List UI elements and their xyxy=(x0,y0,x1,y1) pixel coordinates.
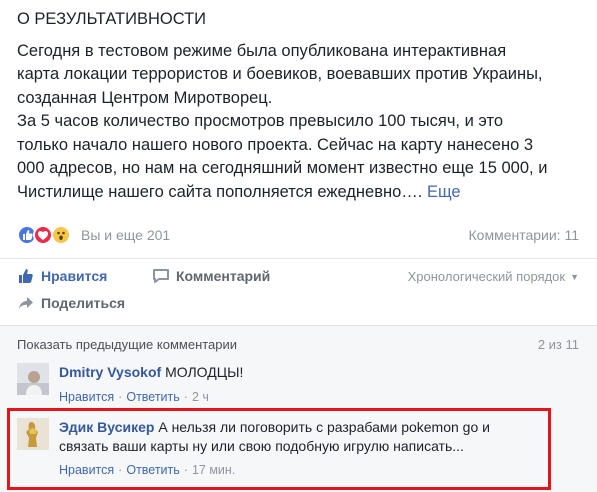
reactions-bar: Вы и еще 201 Комментарии: 11 xyxy=(17,223,579,247)
post-text-line: За 5 часов количество просмотров превыси… xyxy=(17,112,504,130)
actions-bar: Нравится Комментарий Поделиться Хронолог… xyxy=(0,258,597,318)
reactions-summary[interactable]: Вы и еще 201 xyxy=(81,227,170,243)
show-previous-comments-link[interactable]: Показать предыдущие комментарии xyxy=(17,337,237,352)
comment-like-link[interactable]: Нравится xyxy=(59,390,114,404)
comments-count[interactable]: Комментарии: 11 xyxy=(469,227,580,243)
comment-time[interactable]: 2 ч xyxy=(192,390,209,404)
comment-button[interactable]: Комментарий xyxy=(152,267,270,285)
comments-counter: 2 из 11 xyxy=(537,337,579,352)
post-text-last-line: Чистилище нашего сайта пополняется ежедн… xyxy=(17,181,587,205)
share-icon xyxy=(17,294,35,312)
like-button-label: Нравится xyxy=(41,268,108,284)
thumbs-up-icon xyxy=(17,267,35,285)
post-body: О РЕЗУЛЬТАТИВНОСТИ Сегодня в тестовом ре… xyxy=(17,8,587,204)
previous-comments-row: Показать предыдущие комментарии 2 из 11 xyxy=(17,337,579,352)
wow-icon xyxy=(51,225,71,245)
chevron-down-icon: ▼ xyxy=(570,271,579,282)
separator: · xyxy=(118,390,123,404)
post-text-line: созданная Центром Миротворец. xyxy=(17,88,273,107)
highlight-box xyxy=(7,408,551,490)
post-text-line: Сегодня в тестовом режиме была опубликов… xyxy=(17,41,507,60)
comment-author[interactable]: Dmitry Vysokof xyxy=(59,364,161,380)
post-text-line: только начало нашего нового проекта. Сей… xyxy=(17,135,534,154)
reaction-icons[interactable] xyxy=(17,225,79,245)
avatar[interactable] xyxy=(17,363,49,395)
comment-body: Dmitry Vysokof МОЛОДЦЫ! xyxy=(59,363,569,382)
post-heading: О РЕЗУЛЬТАТИВНОСТИ xyxy=(17,10,207,28)
share-button-label: Поделиться xyxy=(41,295,126,311)
comment-meta: Нравится · Ответить · 2 ч xyxy=(59,390,209,404)
comment-button-label: Комментарий xyxy=(176,268,271,284)
post-text-line: Чистилище нашего сайта пополняется ежедн… xyxy=(17,182,423,201)
share-button[interactable]: Поделиться xyxy=(17,294,125,312)
comment-text: МОЛОДЦЫ! xyxy=(165,364,244,380)
sort-order-select[interactable]: Хронологический порядок ▼ xyxy=(408,269,579,284)
post-text-line: карта локации террористов и боевиков, во… xyxy=(17,65,543,83)
like-button[interactable]: Нравится xyxy=(17,267,107,285)
love-icon xyxy=(33,225,53,245)
separator: · xyxy=(183,390,188,404)
comment-icon xyxy=(152,267,170,285)
see-more-link[interactable]: Еще xyxy=(427,183,461,201)
sort-order-label: Хронологический порядок xyxy=(407,269,566,284)
post-text-line: 000 адресов, но нам на сегодняшний момен… xyxy=(17,159,548,177)
comment-reply-link[interactable]: Ответить xyxy=(126,390,179,404)
post-text: Сегодня в тестовом режиме была опубликов… xyxy=(17,40,587,205)
